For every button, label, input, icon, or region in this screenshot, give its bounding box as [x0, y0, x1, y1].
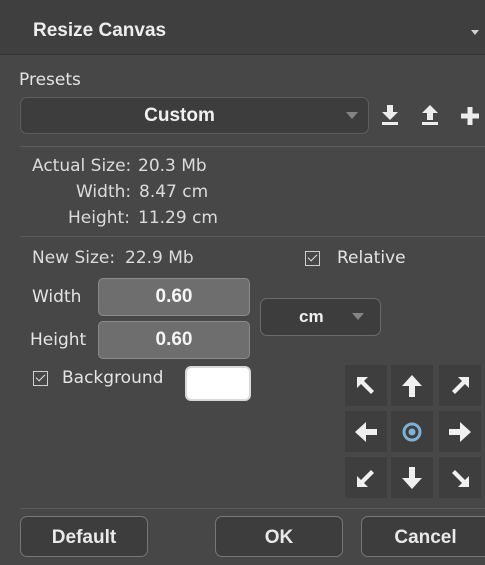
- divider: [20, 508, 485, 509]
- ok-button[interactable]: OK: [215, 516, 343, 557]
- presets-selected-value: Custom: [144, 105, 215, 126]
- arrow-down-right-icon[interactable]: [439, 457, 481, 498]
- presets-label: Presets: [19, 70, 81, 90]
- actual-size-value: 20.3 Mb: [138, 156, 207, 176]
- plus-icon[interactable]: [460, 106, 480, 126]
- arrow-down-icon[interactable]: [391, 457, 433, 498]
- unit-dropdown[interactable]: cm: [260, 298, 381, 336]
- arrow-up-left-icon[interactable]: [345, 365, 387, 406]
- arrow-up-icon[interactable]: [391, 365, 433, 406]
- actual-width-label: Width:: [76, 182, 132, 202]
- divider: [20, 146, 485, 147]
- actual-width-value: 8.47 cm: [139, 182, 209, 202]
- actual-height-value: 11.29 cm: [138, 208, 218, 228]
- actual-size-label: Actual Size:: [32, 156, 132, 176]
- arrow-down-left-icon[interactable]: [345, 457, 387, 498]
- default-button[interactable]: Default: [20, 516, 148, 557]
- chevron-down-icon: [346, 112, 358, 119]
- relative-checkbox[interactable]: [305, 251, 320, 266]
- new-size-value: 22.9 Mb: [125, 248, 194, 268]
- width-input[interactable]: 0.60: [98, 278, 250, 316]
- chevron-down-icon: [352, 313, 364, 320]
- cancel-button[interactable]: Cancel: [361, 516, 485, 557]
- actual-height-label: Height:: [68, 208, 130, 228]
- background-checkbox[interactable]: [33, 371, 48, 386]
- background-color-swatch[interactable]: [185, 366, 251, 401]
- divider: [20, 236, 485, 237]
- collapse-icon[interactable]: [471, 30, 479, 35]
- width-label: Width: [32, 287, 82, 307]
- arrow-left-icon[interactable]: [345, 411, 387, 452]
- panel-title: Resize Canvas: [33, 20, 167, 41]
- upload-icon[interactable]: [421, 104, 439, 126]
- anchor-center-icon[interactable]: [391, 411, 433, 452]
- new-size-label: New Size:: [32, 248, 116, 268]
- anchor-grid: [343, 363, 485, 501]
- height-input[interactable]: 0.60: [98, 321, 250, 359]
- arrow-up-right-icon[interactable]: [439, 365, 481, 406]
- unit-selected-value: cm: [299, 307, 324, 326]
- download-icon[interactable]: [381, 104, 399, 126]
- height-label: Height: [30, 330, 87, 350]
- relative-label: Relative: [337, 248, 406, 268]
- arrow-right-icon[interactable]: [439, 411, 481, 452]
- presets-dropdown[interactable]: Custom: [20, 97, 369, 134]
- background-label: Background: [62, 368, 164, 388]
